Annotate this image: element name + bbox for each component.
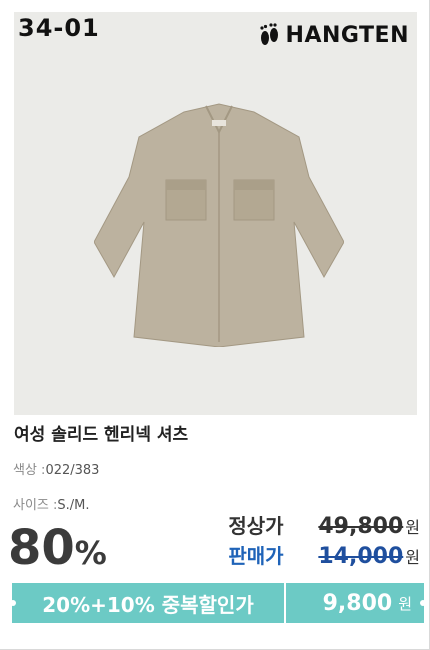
sale-price-unit: 원 — [405, 548, 420, 567]
promo-banner[interactable]: 20%+10% 중복할인가 9,800 원 — [10, 583, 426, 623]
banner-dot-right — [420, 600, 426, 606]
regular-price-label: 정상가 — [228, 514, 284, 538]
sale-price-label: 판매가 — [228, 544, 284, 568]
product-title[interactable]: 여성 솔리드 헨리넥 셔츠 — [14, 420, 188, 445]
final-price: 9,800 — [322, 590, 393, 616]
product-code: 34-01 — [18, 14, 100, 42]
size-value: S./M. — [57, 498, 90, 513]
color-value: 022/383 — [45, 463, 100, 478]
sale-price-row: 판매가 14,000 원 — [228, 540, 420, 569]
discount-symbol: % — [74, 534, 107, 572]
regular-price-unit: 원 — [405, 518, 420, 537]
discount-number: 80 — [8, 520, 75, 576]
size-label: 사이즈 : — [13, 498, 58, 513]
product-card[interactable]: 34-01 HANGTEN 여성 솔리드 헨리넥 셔츠 색상 :022/383 … — [0, 0, 430, 650]
promo-price-box: 9,800 원 — [286, 583, 424, 623]
color-info: 색상 :022/383 — [13, 459, 99, 478]
promo-label: 20%+10% 중복할인가 — [12, 583, 286, 623]
size-info: 사이즈 :S./M. — [13, 494, 90, 513]
final-price-unit: 원 — [398, 594, 412, 613]
product-image[interactable]: 34-01 HANGTEN — [14, 12, 417, 415]
brand-logo: HANGTEN — [285, 22, 409, 48]
footprint-icon — [259, 23, 278, 45]
discount-rate: 80% — [8, 524, 107, 572]
banner-dot-left — [10, 600, 16, 606]
shirt-illustration — [94, 103, 344, 347]
regular-price: 49,800 — [318, 514, 404, 539]
brand: HANGTEN — [258, 22, 409, 48]
color-label: 색상 : — [13, 463, 46, 478]
sale-price: 14,000 — [318, 544, 404, 569]
regular-price-row: 정상가 49,800 원 — [228, 510, 420, 539]
